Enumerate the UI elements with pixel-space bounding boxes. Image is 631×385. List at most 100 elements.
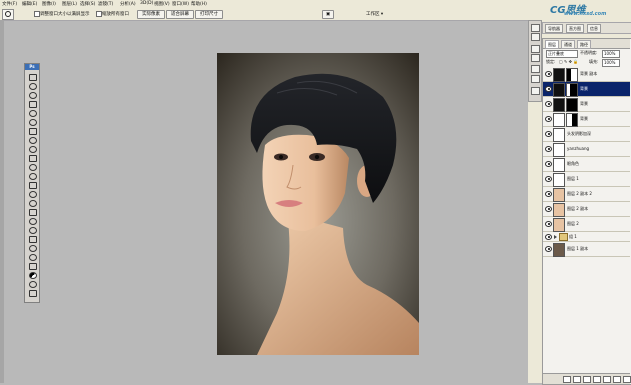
adjustment-layer-icon[interactable] [593, 376, 601, 383]
healing-tool-glyph [29, 128, 37, 135]
pen-tool-icon[interactable] [28, 199, 37, 207]
eye-icon[interactable] [545, 101, 552, 107]
eye-icon[interactable] [545, 116, 552, 122]
document-canvas[interactable] [217, 53, 419, 355]
layer-row[interactable]: yanzhuang [543, 142, 630, 157]
eye-icon[interactable] [545, 131, 552, 137]
workspace-menu[interactable]: 工作区 ▾ [366, 11, 383, 17]
eye-icon[interactable] [545, 146, 552, 152]
tab-info[interactable]: 信息 [587, 24, 601, 33]
shape-tool-icon[interactable] [28, 226, 37, 234]
trash-icon[interactable] [623, 376, 631, 383]
zoom-tool-preset-icon[interactable] [2, 9, 14, 20]
tab-paths[interactable]: 路径 [577, 40, 591, 49]
tab-channels[interactable]: 通道 [561, 40, 575, 49]
layer-style-icon[interactable] [573, 376, 581, 383]
tab-histogram[interactable]: 直方图 [566, 24, 584, 33]
menu-item[interactable]: 图像(I) [42, 1, 56, 7]
character-icon[interactable] [531, 24, 540, 32]
eraser-tool-icon[interactable] [28, 163, 37, 171]
clone-tool-icon[interactable] [28, 145, 37, 153]
menu-item[interactable]: 帮助(H) [191, 1, 207, 7]
layer-group-row[interactable]: 组 1 [543, 232, 630, 242]
layer-row[interactable]: 眼角色 [543, 157, 630, 172]
eye-icon[interactable] [545, 234, 552, 240]
tool-presets-icon[interactable] [531, 75, 540, 83]
history-brush-tool-icon[interactable] [28, 154, 37, 162]
menu-item[interactable]: 视图(V) [154, 1, 170, 7]
screen-mode-icon[interactable]: ▣ [322, 10, 334, 19]
new-layer-icon[interactable] [613, 376, 621, 383]
color-swatch-icon[interactable] [28, 271, 37, 279]
eye-icon[interactable] [545, 246, 552, 252]
screen-mode-icon[interactable] [28, 289, 37, 297]
dodge-tool-icon[interactable] [28, 190, 37, 198]
eye-icon[interactable] [545, 71, 552, 77]
actual-pixels-button[interactable]: 实际像素 [137, 10, 165, 19]
clone-tool-glyph [29, 146, 37, 153]
quick-mask-icon[interactable] [28, 280, 37, 288]
menu-item[interactable]: 编辑(E) [22, 1, 37, 7]
layer-row[interactable]: 背景 副本 [543, 67, 630, 82]
crop-tool-icon[interactable] [28, 109, 37, 117]
lock-icons[interactable]: ▢ ✎ ✥ 🔒 [559, 59, 578, 64]
menu-item[interactable]: 3D(D) [140, 1, 153, 6]
layer-row[interactable]: 背景 [543, 112, 630, 127]
menu-item[interactable]: 图层(L) [62, 1, 77, 7]
brush-tool-icon[interactable] [28, 136, 37, 144]
blur-tool-icon[interactable] [28, 181, 37, 189]
print-size-button[interactable]: 打印尺寸 [195, 10, 223, 19]
zoom-tool-icon[interactable] [28, 262, 37, 270]
quick-select-tool-icon[interactable] [28, 100, 37, 108]
fit-screen-button[interactable]: 适合屏幕 [166, 10, 194, 19]
3d-camera-tool-icon[interactable] [28, 244, 37, 252]
paragraph-icon[interactable] [531, 33, 540, 41]
brushes-icon[interactable] [531, 65, 540, 73]
layer-row[interactable]: 图层 2 副本 [543, 202, 630, 217]
layer-row[interactable]: 背景 [543, 82, 630, 97]
eyedropper-tool-icon[interactable] [28, 118, 37, 126]
3d-camera-tool-glyph [29, 245, 37, 252]
gradient-tool-icon[interactable] [28, 172, 37, 180]
history-icon[interactable] [531, 45, 540, 53]
hand-tool-icon[interactable] [28, 253, 37, 261]
tab-layers[interactable]: 图层 [545, 40, 559, 49]
eye-icon[interactable] [545, 191, 552, 197]
add-mask-icon[interactable] [583, 376, 591, 383]
marquee-tool-icon[interactable] [28, 82, 37, 90]
menu-item[interactable]: 选择(S) [80, 1, 95, 7]
actions-icon[interactable] [531, 54, 540, 62]
layer-row[interactable]: 图层 1 副本 [543, 242, 630, 257]
layer-name: 组 1 [569, 234, 577, 239]
blend-mode-select[interactable]: 正片叠底 [546, 50, 578, 58]
menu-item[interactable]: 滤镜(T) [98, 1, 113, 7]
layer-row[interactable]: 图层 1 [543, 172, 630, 187]
pen-tool-glyph [29, 200, 37, 207]
chevron-right-icon[interactable] [554, 235, 557, 239]
link-layers-icon[interactable] [563, 376, 571, 383]
lasso-tool-icon[interactable] [28, 91, 37, 99]
layer-row[interactable]: 图层 2 副本 2 [543, 187, 630, 202]
clone-source-icon[interactable] [531, 87, 540, 95]
eye-icon[interactable] [545, 161, 552, 167]
path-select-tool-icon[interactable] [28, 217, 37, 225]
move-tool-icon[interactable] [28, 73, 37, 81]
fill-input[interactable]: 100% [602, 59, 620, 67]
new-group-icon[interactable] [603, 376, 611, 383]
layer-row[interactable]: 图层 2 [543, 217, 630, 232]
layer-thumbnail [553, 113, 565, 127]
menu-item[interactable]: 文件(F) [2, 1, 17, 7]
layer-row[interactable]: 背景 [543, 97, 630, 112]
tab-navigator[interactable]: 导航器 [545, 24, 563, 33]
layer-row[interactable]: 头发阴影加深 [543, 127, 630, 142]
3d-tool-icon[interactable] [28, 235, 37, 243]
healing-tool-icon[interactable] [28, 127, 37, 135]
type-tool-icon[interactable] [28, 208, 37, 216]
menu-item[interactable]: 窗口(W) [172, 1, 189, 7]
opacity-input[interactable]: 100% [602, 50, 620, 58]
eye-icon[interactable] [545, 176, 552, 182]
eye-icon[interactable] [545, 221, 552, 227]
menu-item[interactable]: 分析(A) [120, 1, 136, 7]
eye-icon[interactable] [545, 206, 552, 212]
eye-icon[interactable] [545, 86, 552, 92]
